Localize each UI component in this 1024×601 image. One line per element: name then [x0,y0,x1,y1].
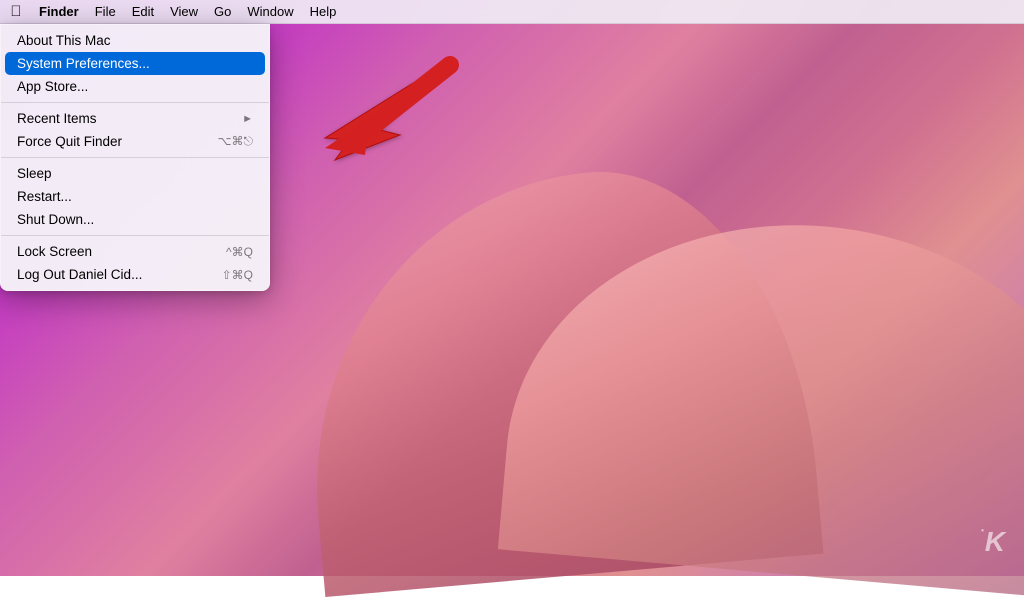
menu-separator-2 [1,157,269,158]
menubar-item-finder[interactable]: Finder [32,2,86,21]
menu-item-recent-items[interactable]: Recent Items ► [1,107,269,130]
menubar-items: Finder File Edit View Go Window Help [32,2,343,21]
menu-item-shut-down-label: Shut Down... [17,212,94,227]
menu-separator-1 [1,102,269,103]
lock-screen-shortcut: ^⌘Q [226,245,253,259]
menu-item-restart[interactable]: Restart... [1,185,269,208]
watermark-letter: K [985,526,1004,557]
force-quit-shortcut: ⌥⌘⎋ [218,134,253,149]
menu-item-shut-down[interactable]: Shut Down... [1,208,269,231]
menubar-item-go[interactable]: Go [207,2,238,21]
menu-item-force-quit[interactable]: Force Quit Finder ⌥⌘⎋ [1,130,269,153]
menu-item-log-out-label: Log Out Daniel Cid... [17,267,142,282]
menu-item-lock-screen-label: Lock Screen [17,244,92,259]
apple-menu-button[interactable]:  [8,4,24,20]
menubar-item-view[interactable]: View [163,2,205,21]
menubar:  Finder File Edit View Go Window Help [0,0,1024,24]
menu-item-system-preferences[interactable]: System Preferences... [5,52,265,75]
watermark-dot: • [981,526,983,535]
menubar-item-help[interactable]: Help [303,2,344,21]
menu-item-restart-label: Restart... [17,189,72,204]
menu-item-app-store[interactable]: App Store... [1,75,269,98]
apple-icon:  [10,4,21,19]
menu-item-app-store-label: App Store... [17,79,88,94]
watermark: •K [981,526,1004,558]
menu-item-system-preferences-label: System Preferences... [17,56,150,71]
menu-item-about-mac-label: About This Mac [17,33,111,48]
menu-item-force-quit-label: Force Quit Finder [17,134,122,149]
log-out-shortcut: ⇧⌘Q [222,268,253,282]
menu-item-recent-items-label: Recent Items [17,111,97,126]
menu-item-sleep[interactable]: Sleep [1,162,269,185]
menubar-item-edit[interactable]: Edit [125,2,161,21]
menu-item-sleep-label: Sleep [17,166,52,181]
menu-item-lock-screen[interactable]: Lock Screen ^⌘Q [1,240,269,263]
menu-item-log-out[interactable]: Log Out Daniel Cid... ⇧⌘Q [1,263,269,286]
submenu-arrow-icon: ► [242,113,253,125]
apple-dropdown-menu: About This Mac System Preferences... App… [0,24,270,291]
menu-item-about-mac[interactable]: About This Mac [1,29,269,52]
menubar-item-file[interactable]: File [88,2,123,21]
menubar-item-window[interactable]: Window [240,2,300,21]
menu-separator-3 [1,235,269,236]
